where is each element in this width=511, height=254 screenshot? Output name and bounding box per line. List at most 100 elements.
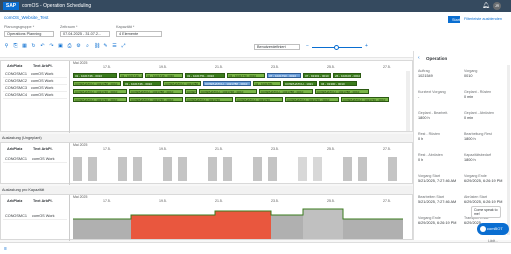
capacity-input[interactable]: 4 Elemente [116, 31, 162, 37]
splitter[interactable] [69, 195, 70, 241]
gantt-bar[interactable]: COSPHATCH - 1021748 - 0010 [199, 89, 257, 94]
unplanned-block [268, 157, 277, 181]
zoom-slider-handle[interactable] [334, 45, 339, 50]
table-row[interactable]: CONOSMC3 comOS Work [3, 85, 67, 92]
period-input[interactable]: 07.04.2025 - 31.07.2... [60, 31, 110, 37]
capacity-chart[interactable] [73, 205, 403, 239]
planning-group-input[interactable]: Operations Planning [4, 31, 54, 37]
tick-label: 21.5. [215, 65, 223, 69]
search-icon[interactable]: ⌕ [85, 44, 90, 49]
table-row[interactable]: CONOSMC1 comOS Work [3, 71, 67, 78]
field-value: 5/21/2025, 7:27:46 AM [418, 179, 457, 183]
splitter[interactable] [69, 143, 70, 185]
refresh-icon[interactable]: ↻ [31, 44, 36, 49]
gantt-bar[interactable]: COSPHATCH - 1021788 - 0010 [129, 89, 183, 94]
gantt-bar[interactable]: 37 - 1021790 - 0010 [267, 73, 301, 78]
gantt-bar[interactable]: COSPHATCH - 1021 [283, 81, 317, 86]
gantt-bar[interactable]: COSPHATCH - 1021788 [163, 81, 201, 86]
gantt-bar[interactable]: 31 - 1021781 [253, 81, 281, 86]
filter-icon[interactable]: ⚲ [4, 44, 9, 49]
gantt-chart-area[interactable]: 31 - 1021746 - 001031 - 1021746 - 002031… [73, 71, 403, 133]
calendar-icon[interactable]: ▦ [22, 44, 27, 49]
vertical-scrollbar[interactable] [406, 71, 410, 131]
field-value: 6/29/2025, 6:26:19 PM [464, 200, 503, 204]
time-axis: 17.5. 19.5. 21.5. 23.5. 25.5. 27.5. [73, 147, 403, 152]
chat-greeting[interactable]: Come speak to me! [471, 206, 501, 218]
tick-label: 19.5. [159, 147, 167, 151]
tick-label: 25.5. [327, 199, 335, 203]
field-value: 0 min [464, 116, 474, 120]
gantt-bar[interactable]: 31 - 1021746 - 0010 [123, 81, 161, 86]
unplanned-chart-area[interactable] [73, 157, 403, 183]
gantt-bar[interactable]: 37 - 91301 - 0010 [303, 73, 331, 78]
table-row[interactable]: CONOSMC1 comOS Work [3, 213, 67, 220]
gantt-bar[interactable]: COSPHATCH - 1021788 - 0010 [315, 89, 369, 94]
breadcrumb[interactable]: comOS_Website_Test [4, 15, 48, 20]
undo-icon[interactable]: ↶ [40, 44, 45, 49]
bell-icon[interactable]: 🔔︎ [482, 2, 490, 9]
view-select[interactable]: Benutzerdefiniert [254, 44, 300, 50]
gantt-bar[interactable]: 26 - 102106 - 0010 [333, 73, 361, 78]
table-row[interactable]: CONOSMC4 comOS Work [3, 92, 67, 99]
table-row[interactable]: CONOSMC2 comOS Work [3, 78, 67, 85]
gantt-bar[interactable]: COSPHATCH - 1021788 - 0010 [259, 89, 313, 94]
zoom-out-icon[interactable]: − [306, 43, 309, 49]
col-header-workcenter[interactable]: ArbPlatz [7, 199, 22, 203]
table-row[interactable]: CONOSMC1 comOS Work [3, 156, 67, 163]
redo-icon[interactable]: ↷ [49, 44, 54, 49]
gantt-bar[interactable]: 31 - 1021751 - 0010 [185, 73, 225, 78]
col-header-workcenter[interactable]: ArbPlatz [7, 64, 22, 68]
gantt-bar[interactable]: COSPHATCH - 1021788 - 0010 [203, 81, 251, 86]
gantt-bar[interactable]: COSPHATCH - 1021746 [235, 97, 283, 102]
edit-icon[interactable]: ✎ [103, 44, 108, 49]
gantt-bar[interactable]: 31 - 1021746 - 0020 [119, 73, 143, 78]
field-value: 6/29/2025, 6:26:19 PM [418, 221, 457, 225]
tick-label: 25.5. [327, 147, 335, 151]
splitter[interactable] [69, 61, 70, 133]
collapse-icon[interactable]: ‹ [418, 55, 420, 61]
field-label: Vorgang Ende [464, 174, 487, 178]
detail-title: Operation [426, 56, 448, 61]
gantt-bar[interactable]: 31 - 1021746 - 0010 [73, 73, 117, 78]
save-icon[interactable]: ▣ [58, 44, 63, 49]
avatar[interactable]: JR [493, 2, 501, 10]
print-icon[interactable]: ⎙ [67, 44, 72, 49]
app-title[interactable]: comOS - Operation Scheduling [22, 3, 91, 9]
hide-filter-button[interactable]: Filterleiste ausblenden [464, 16, 502, 23]
gantt-bar[interactable]: COSPHATCH - 1021788 - 0010 [73, 81, 121, 86]
sap-logo[interactable]: SAP [3, 2, 19, 10]
settings-icon[interactable]: ⚙ [76, 44, 81, 49]
workcenter-text: comOS Work [30, 72, 54, 76]
col-header-text[interactable]: Text ArbPl. [33, 199, 53, 203]
gantt-bar[interactable]: COSPHATCH - 1021746 [185, 97, 233, 102]
gantt-bar[interactable]: 31 - 1021770 - 0010 [227, 73, 265, 78]
workcenter-id: CONOSMC1 [5, 72, 27, 76]
detail-scrollbar[interactable] [507, 65, 510, 235]
go-button[interactable]: Start [448, 16, 460, 23]
tick-label: 17.5. [103, 199, 111, 203]
zoom-in-icon[interactable]: + [365, 43, 368, 49]
field-label: Abrüsten Start [464, 195, 487, 199]
col-header-text[interactable]: Text ArbPl. [33, 147, 53, 151]
list-icon[interactable]: ☰ [112, 44, 117, 49]
load-block [303, 209, 343, 239]
col-header-workcenter[interactable]: ArbPlatz [7, 147, 22, 151]
tick-label: 23.5. [271, 65, 279, 69]
expand-icon[interactable]: ⤢ [121, 44, 126, 49]
gantt-bar[interactable]: COSPHATCH - 1021746 - 0010 [73, 89, 127, 94]
field-label: Rest - Abrüsten [418, 153, 443, 157]
chat-button[interactable]: comBOT [477, 223, 509, 235]
copy-icon[interactable]: ⎘ [13, 44, 18, 49]
footer-menu-icon[interactable]: ≡ [4, 246, 7, 252]
gantt-bar[interactable]: COSPHATCH - 1021746 - 0010 [73, 97, 127, 102]
gantt-bar[interactable]: COSP [185, 89, 197, 94]
gantt-bar[interactable]: COSPHATCH - 1021746 - 0010 [129, 97, 183, 102]
overload-block [131, 215, 215, 239]
gantt-bar[interactable]: COSPHATCH - 1021746 - 0010 [341, 97, 389, 102]
gantt-bar[interactable]: 34 - 01300 - 0010 [319, 81, 357, 86]
gantt-bar[interactable]: 31 - 1021746 - 0030 [145, 73, 183, 78]
col-header-text[interactable]: Text ArbPl. [33, 64, 53, 68]
gantt-bar[interactable]: COSPHATCH - 1021746 - 0010 [285, 97, 339, 102]
gantt-panel: ArbPlatz Text ArbPl. CONOSMC1 comOS Work C… [0, 60, 413, 133]
link-icon[interactable]: ⛓ [94, 44, 100, 49]
